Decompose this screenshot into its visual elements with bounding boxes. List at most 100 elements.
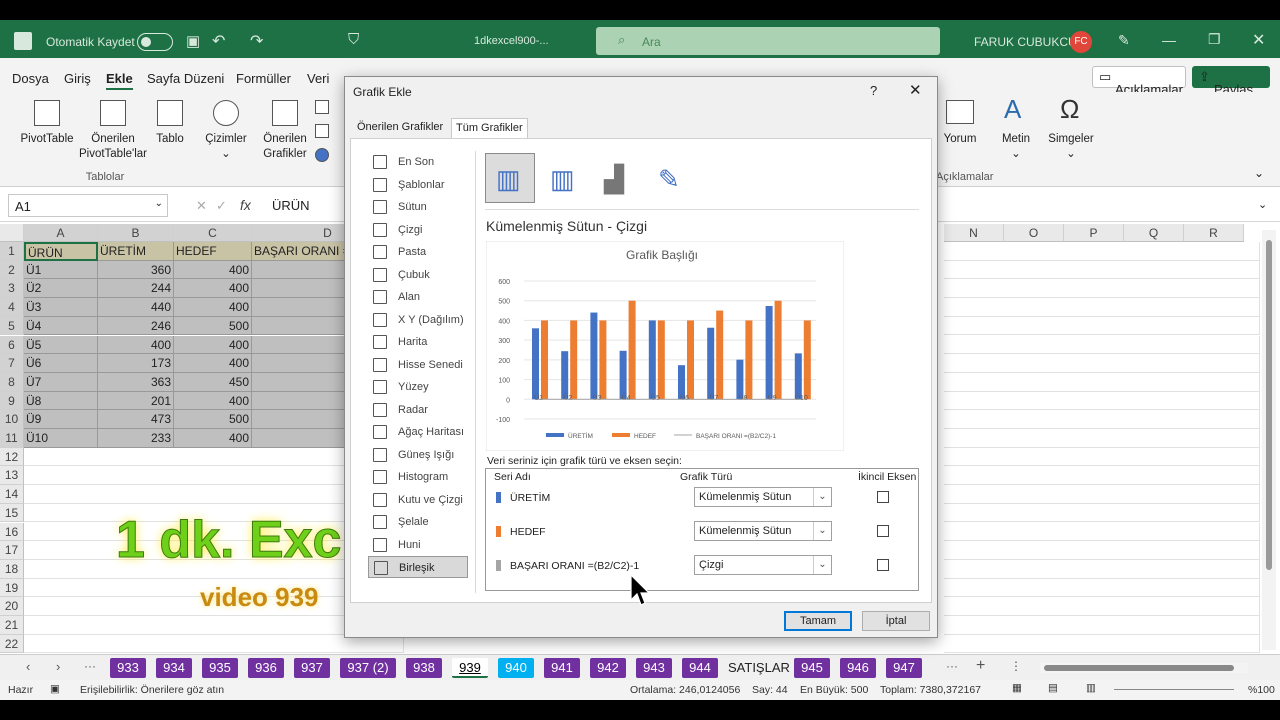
subtype-stacked-area-column[interactable]: ▟ bbox=[593, 153, 643, 203]
row-header[interactable]: 19 bbox=[0, 578, 24, 598]
avatar[interactable]: FC bbox=[1070, 31, 1092, 53]
table-cell[interactable]: Ü1 bbox=[24, 260, 98, 280]
table-cell[interactable]: 201 bbox=[98, 391, 174, 411]
user-name[interactable]: FARUK CUBUKCU bbox=[974, 35, 1077, 49]
chart-type-item[interactable]: Çizgi bbox=[368, 219, 468, 241]
fx-icon[interactable]: fx bbox=[240, 197, 251, 213]
row-header[interactable]: 10 bbox=[0, 410, 24, 429]
chart-type-item[interactable]: Şablonlar bbox=[368, 174, 468, 196]
empty-row[interactable] bbox=[944, 559, 1260, 579]
empty-row[interactable] bbox=[944, 279, 1260, 299]
table-button[interactable]: Tablo bbox=[150, 132, 190, 147]
row-header[interactable]: 4 bbox=[0, 298, 24, 317]
empty-row[interactable] bbox=[944, 429, 1260, 448]
secondary-axis-checkbox[interactable] bbox=[877, 491, 889, 503]
sheet-tab[interactable]: 946 bbox=[840, 658, 876, 678]
table-cell[interactable]: Ü2 bbox=[24, 279, 98, 299]
restore-icon[interactable]: ❐ bbox=[1208, 31, 1221, 48]
corner-select-all[interactable] bbox=[0, 224, 24, 242]
chart-type-item[interactable]: X Y (Dağılım) bbox=[368, 309, 468, 331]
series-type-dropdown[interactable]: Çizgi ⌄ bbox=[694, 555, 832, 575]
empty-row[interactable] bbox=[944, 485, 1260, 504]
empty-row[interactable] bbox=[944, 466, 1260, 486]
row-header[interactable]: 6 bbox=[0, 335, 24, 355]
add-sheet-icon[interactable]: + bbox=[976, 657, 985, 675]
chart-type-item[interactable]: En Son bbox=[368, 151, 468, 173]
col-header-o[interactable]: O bbox=[1004, 224, 1064, 242]
table-cell[interactable]: 173 bbox=[98, 354, 174, 373]
chart-type-item[interactable]: Yüzey bbox=[368, 376, 468, 398]
table-cell[interactable]: 500 bbox=[174, 316, 252, 336]
sheet-tab[interactable]: 940 bbox=[498, 658, 534, 678]
next-sheet-icon[interactable]: › bbox=[56, 659, 60, 674]
table-cell[interactable]: Ü8 bbox=[24, 391, 98, 411]
tab-recommended-charts[interactable]: Önerilen Grafikler bbox=[353, 118, 447, 138]
subtype-column-line-secondary[interactable]: ▥ bbox=[539, 153, 589, 203]
col-header-p[interactable]: P bbox=[1064, 224, 1124, 242]
table-cell[interactable]: 473 bbox=[98, 410, 174, 429]
menu-dosya[interactable]: Dosya bbox=[12, 71, 49, 86]
vertical-scrollbar[interactable] bbox=[1262, 230, 1276, 650]
header-cell[interactable]: HEDEF bbox=[174, 242, 252, 261]
more-sheets-right-icon[interactable]: ··· bbox=[946, 659, 958, 673]
series-type-dropdown[interactable]: Kümelenmiş Sütun ⌄ bbox=[694, 487, 832, 507]
empty-row[interactable] bbox=[944, 298, 1260, 317]
table-cell[interactable]: 400 bbox=[174, 429, 252, 448]
col-header-a[interactable]: A bbox=[24, 224, 98, 242]
row-header[interactable]: 5 bbox=[0, 316, 24, 336]
name-box[interactable]: A1 ⌄ bbox=[8, 194, 168, 217]
empty-row[interactable] bbox=[944, 316, 1260, 336]
table-cell[interactable]: 400 bbox=[174, 354, 252, 373]
col-header-q[interactable]: Q bbox=[1124, 224, 1184, 242]
search-box[interactable]: ⌕ Ara bbox=[596, 27, 940, 55]
options-icon[interactable]: ⋮ bbox=[1010, 659, 1022, 673]
horizontal-scrollbar[interactable] bbox=[1040, 663, 1248, 673]
table-cell[interactable]: Ü4 bbox=[24, 316, 98, 336]
formula-expand-icon[interactable]: ⌄ bbox=[1258, 198, 1267, 211]
drawing-button[interactable]: Çizimler ⌄ bbox=[200, 132, 252, 162]
share-button[interactable]: ⇪ Paylaş bbox=[1192, 66, 1270, 97]
table-cell[interactable]: 400 bbox=[174, 391, 252, 411]
row-header[interactable]: 15 bbox=[0, 503, 24, 523]
empty-row[interactable] bbox=[944, 335, 1260, 355]
minimize-icon[interactable]: — bbox=[1162, 32, 1176, 48]
zoom-slider[interactable] bbox=[1114, 689, 1234, 690]
table-cell[interactable]: 450 bbox=[174, 372, 252, 392]
filename[interactable]: 1dkexcel900-... bbox=[474, 35, 549, 47]
menu-sayfa-duzeni[interactable]: Sayfa Düzeni bbox=[147, 71, 224, 86]
table-cell[interactable]: 246 bbox=[98, 316, 174, 336]
recommended-charts-button[interactable]: Önerilen Grafikler bbox=[258, 132, 312, 162]
table-cell[interactable]: Ü10 bbox=[24, 429, 98, 448]
sheet-tab[interactable]: SATIŞLAR bbox=[728, 658, 790, 678]
menu-veri[interactable]: Veri bbox=[307, 71, 329, 86]
chart-type-item[interactable]: Alan bbox=[368, 286, 468, 308]
col-header-b[interactable]: B bbox=[98, 224, 174, 242]
secondary-axis-checkbox[interactable] bbox=[877, 525, 889, 537]
series-type-dropdown[interactable]: Kümelenmiş Sütun ⌄ bbox=[694, 521, 832, 541]
confirm-entry-icon[interactable]: ✓ bbox=[216, 198, 227, 214]
row-header[interactable]: 12 bbox=[0, 447, 24, 467]
sheet-tab[interactable]: 937 bbox=[294, 658, 330, 678]
chart-type-item[interactable]: Histogram bbox=[368, 466, 468, 488]
tab-all-charts[interactable]: Tüm Grafikler bbox=[451, 118, 528, 138]
chart-type-item[interactable]: Güneş Işığı bbox=[368, 444, 468, 466]
sheet-tab[interactable]: 936 bbox=[248, 658, 284, 678]
pen-icon[interactable]: ✎ bbox=[1118, 32, 1130, 49]
help-icon[interactable]: ? bbox=[870, 83, 877, 98]
empty-row[interactable] bbox=[944, 541, 1260, 560]
page-break-icon[interactable]: ▥ bbox=[1086, 682, 1096, 694]
pivottable-button[interactable]: PivotTable bbox=[14, 132, 80, 147]
table-cell[interactable]: 440 bbox=[98, 298, 174, 317]
col-header-r[interactable]: R bbox=[1184, 224, 1244, 242]
sheet-tab[interactable]: 947 bbox=[886, 658, 922, 678]
chart-type-item[interactable]: Harita bbox=[368, 331, 468, 353]
zoom-level[interactable]: %100 bbox=[1248, 684, 1275, 696]
prev-sheet-icon[interactable]: ‹ bbox=[26, 659, 30, 674]
row-header[interactable]: 1 bbox=[0, 242, 24, 261]
column-chart-icon[interactable] bbox=[315, 100, 329, 114]
row-header[interactable]: 18 bbox=[0, 559, 24, 579]
table-cell[interactable]: 233 bbox=[98, 429, 174, 448]
row-header[interactable]: 22 bbox=[0, 634, 24, 654]
header-cell[interactable]: ÜRETİM bbox=[98, 242, 174, 261]
row-header[interactable]: 9 bbox=[0, 391, 24, 411]
